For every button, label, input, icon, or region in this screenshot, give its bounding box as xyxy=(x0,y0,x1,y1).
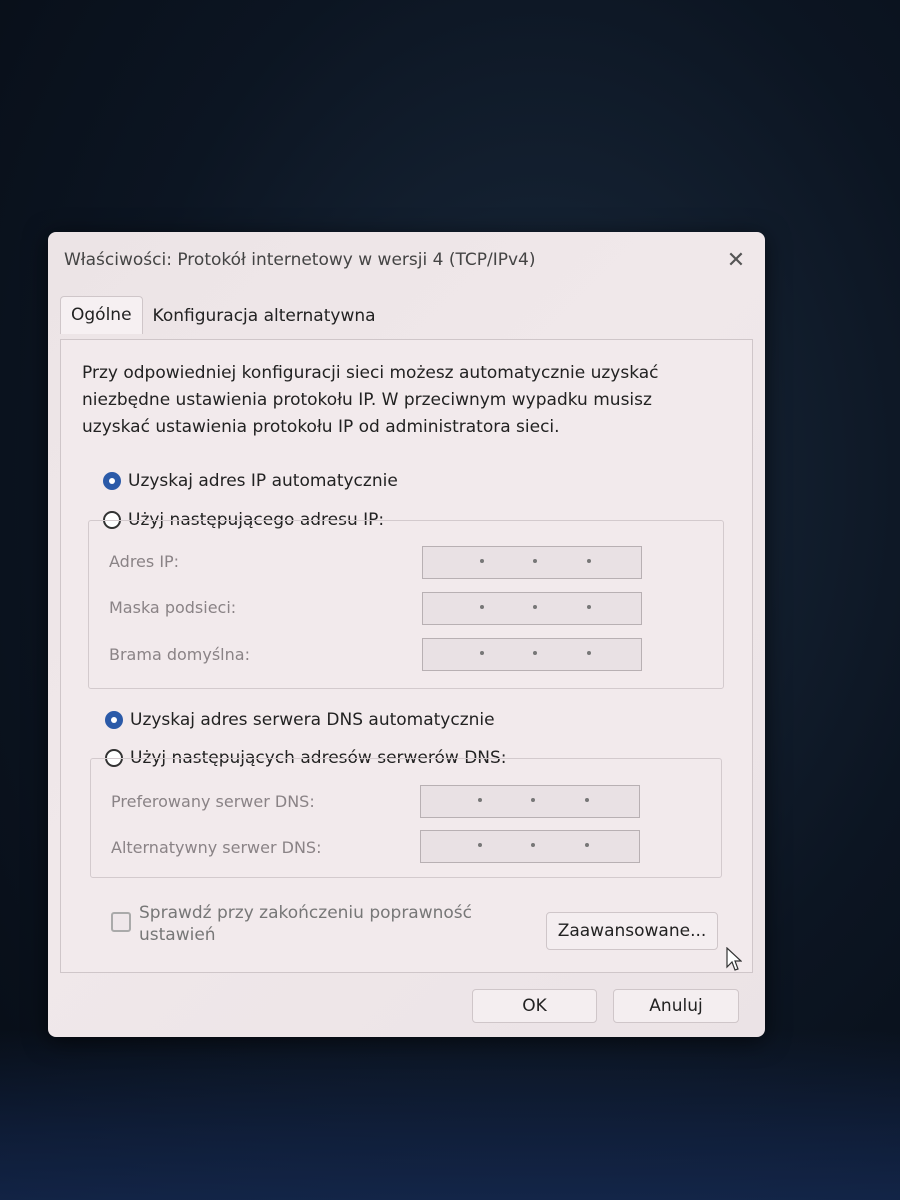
checkbox-unchecked-icon xyxy=(111,912,131,932)
default-gateway-field[interactable] xyxy=(422,638,642,671)
advanced-button[interactable]: Zaawansowane... xyxy=(546,912,718,950)
mouse-pointer-icon xyxy=(726,946,743,977)
desktop-background xyxy=(0,1030,900,1200)
subnet-mask-label: Maska podsieci: xyxy=(109,598,237,617)
ok-button[interactable]: OK xyxy=(472,989,597,1023)
radio-checked-icon xyxy=(105,711,123,729)
radio-checked-icon xyxy=(103,472,121,490)
radio-ip-automatic-label: Uzyskaj adres IP automatycznie xyxy=(128,471,398,491)
preferred-dns-field[interactable] xyxy=(420,785,640,818)
description-text: Przy odpowiedniej konfiguracji sieci moż… xyxy=(82,363,659,437)
preferred-dns-label: Preferowany serwer DNS: xyxy=(111,792,315,811)
alternate-dns-label: Alternatywny serwer DNS: xyxy=(111,838,322,857)
validate-settings-checkbox[interactable]: Sprawdź przy zakończeniu poprawność usta… xyxy=(111,902,489,946)
dialog-title: Właściwości: Protokół internetowy w wers… xyxy=(64,250,536,270)
tab-strip: Ogólne Konfiguracja alternatywna xyxy=(60,296,386,336)
alternate-dns-field[interactable] xyxy=(420,830,640,863)
tcpip-properties-dialog: Właściwości: Protokół internetowy w wers… xyxy=(48,232,765,1037)
validate-settings-label: Sprawdź przy zakończeniu poprawność usta… xyxy=(139,903,473,945)
radio-dns-automatic[interactable]: Uzyskaj adres serwera DNS automatycznie xyxy=(105,710,495,730)
radio-ip-automatic[interactable]: Uzyskaj adres IP automatycznie xyxy=(103,471,398,491)
subnet-mask-field[interactable] xyxy=(422,592,642,625)
close-icon[interactable]: ✕ xyxy=(721,246,751,276)
tab-general[interactable]: Ogólne xyxy=(60,296,143,334)
ip-address-label: Adres IP: xyxy=(109,552,180,571)
radio-dns-automatic-label: Uzyskaj adres serwera DNS automatycznie xyxy=(130,710,495,730)
default-gateway-label: Brama domyślna: xyxy=(109,645,250,664)
tab-alternate-configuration[interactable]: Konfiguracja alternatywna xyxy=(143,298,386,336)
cancel-button[interactable]: Anuluj xyxy=(613,989,739,1023)
ip-address-field[interactable] xyxy=(422,546,642,579)
